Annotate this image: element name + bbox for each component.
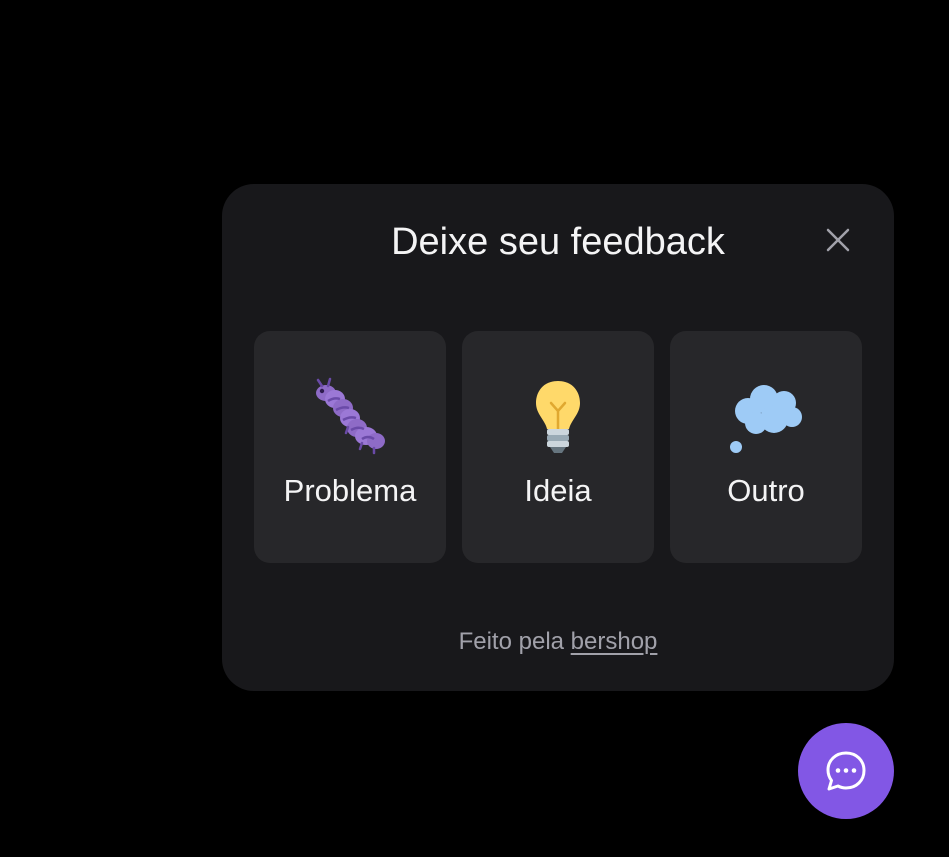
option-outro-button[interactable]: Outro (670, 331, 862, 563)
feedback-type-options: Problema Ideia Outro (254, 331, 862, 563)
page: Deixe seu feedback Problema Ideia Outro … (0, 0, 949, 857)
option-problema-button[interactable]: Problema (254, 331, 446, 563)
footer-prefix: Feito pela (458, 628, 564, 655)
option-ideia-button[interactable]: Ideia (462, 331, 654, 563)
widget-footer: Feito pela bershop (222, 628, 894, 656)
footer-link[interactable]: bershop (571, 628, 658, 655)
open-feedback-button[interactable] (798, 723, 894, 819)
option-label: Outro (727, 473, 805, 508)
option-label: Ideia (524, 473, 592, 508)
widget-title: Deixe seu feedback (391, 221, 725, 263)
feedback-widget: Deixe seu feedback Problema Ideia Outro … (222, 184, 894, 691)
thought-balloon-icon (730, 385, 802, 453)
option-label: Problema (283, 473, 417, 508)
chat-bubble-dots-icon (826, 751, 866, 791)
caterpillar-bug-icon (316, 377, 385, 455)
light-bulb-icon (536, 381, 580, 453)
close-icon (826, 228, 850, 252)
close-button[interactable] (820, 222, 856, 258)
